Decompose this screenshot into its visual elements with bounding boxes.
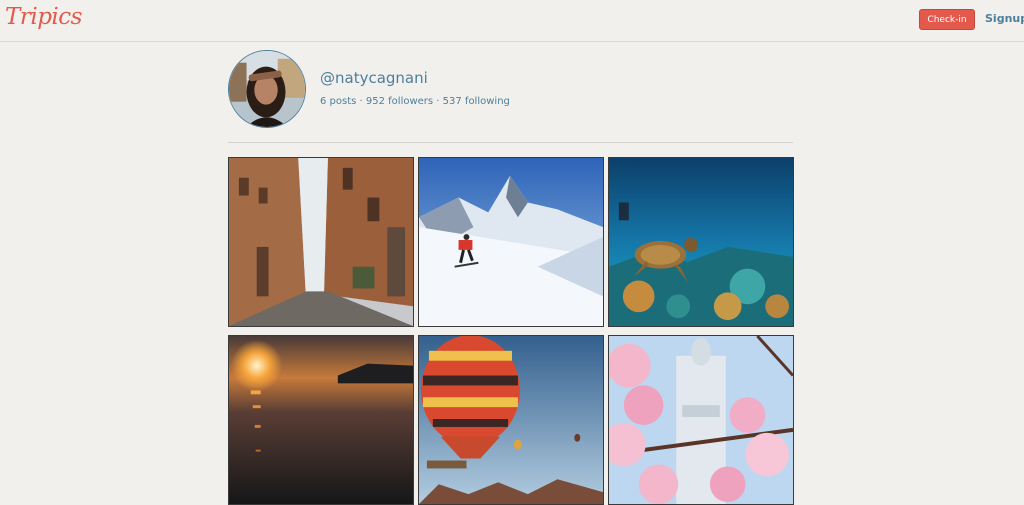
signup-link[interactable]: Signup: [985, 12, 1024, 25]
post-balloons-photo[interactable]: [418, 335, 604, 505]
balloons-image: [419, 336, 603, 504]
post-skier-photo[interactable]: [418, 157, 604, 327]
profile-divider: [228, 142, 793, 143]
turtle-image: [609, 158, 793, 326]
cherry-blossom-image: [609, 336, 793, 504]
skier-image: [419, 158, 603, 326]
post-cherry-blossom-photo[interactable]: [608, 335, 794, 505]
avatar[interactable]: [228, 50, 306, 128]
top-navbar: Tripics Check-in Signup: [0, 0, 1024, 42]
post-turtle-photo[interactable]: [608, 157, 794, 327]
sunset-image: [229, 336, 413, 504]
checkin-button[interactable]: Check-in: [919, 9, 975, 30]
post-street-photo[interactable]: [228, 157, 414, 327]
brand-logo[interactable]: Tripics: [5, 4, 82, 30]
street-image: [229, 158, 413, 326]
profile-username: @natycagnani: [320, 69, 428, 87]
profile-stats: 6 posts · 952 followers · 537 following: [320, 96, 510, 107]
avatar-photo: [229, 51, 305, 127]
post-sunset-photo[interactable]: [228, 335, 414, 505]
